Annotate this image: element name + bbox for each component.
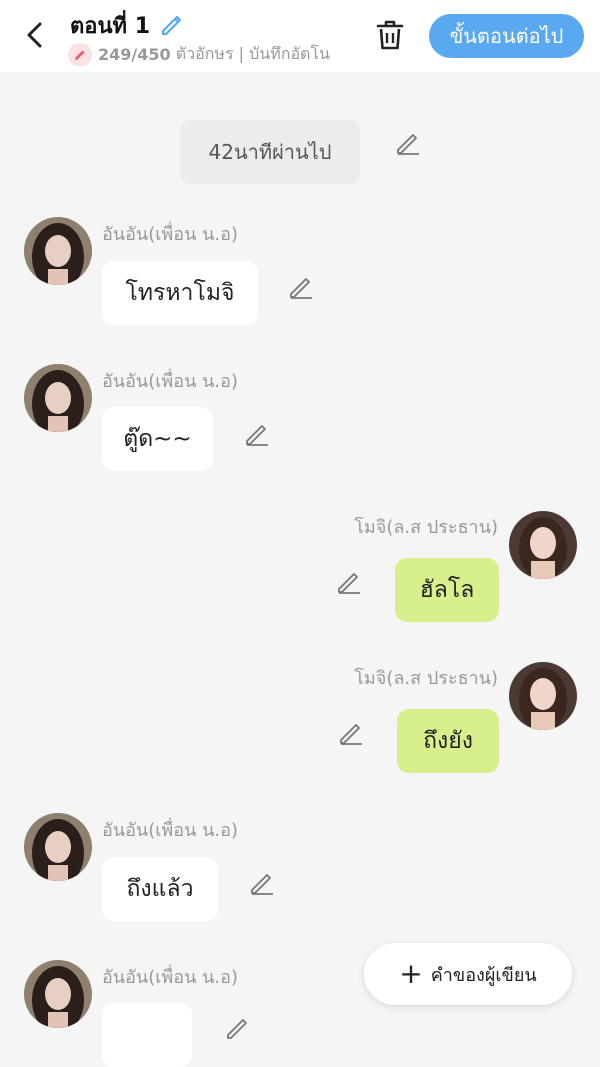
author-note-label: คำของผู้เขียน <box>430 964 537 986</box>
avatar[interactable] <box>509 511 577 579</box>
pencil-badge-icon <box>68 42 92 66</box>
message-bubble[interactable]: ตู๊ด~~ <box>102 407 213 471</box>
chapter-title: ตอนที่ 1 <box>70 14 151 39</box>
message-edit-icon[interactable] <box>287 272 315 300</box>
avatar[interactable] <box>24 217 92 285</box>
author-note-button[interactable]: + คำของผู้เขียน <box>364 943 572 1005</box>
next-step-button[interactable]: ขั้นตอนต่อไป <box>429 14 584 58</box>
avatar[interactable] <box>24 813 92 881</box>
message-bubble[interactable]: ถึงแล้ว <box>102 857 218 921</box>
sender-name: โมจิ(ล.ส ประธาน) <box>354 668 498 689</box>
avatar[interactable] <box>509 662 577 730</box>
message-bubble[interactable] <box>102 1003 192 1067</box>
subtitle: 249/450 ตัวอักษร | บันทึกอัตโน <box>68 42 348 66</box>
back-arrow-icon[interactable] <box>20 18 50 52</box>
sender-name: อันอัน(เพื่อน น.อ) <box>102 371 238 392</box>
message-edit-icon[interactable] <box>243 419 271 447</box>
message-edit-icon[interactable] <box>335 567 363 595</box>
avatar[interactable] <box>24 364 92 432</box>
timestamp-chip: 42นาทีผ่านไป <box>180 120 360 184</box>
sender-name: โมจิ(ล.ส ประธาน) <box>354 517 498 538</box>
plus-icon: + <box>399 957 423 990</box>
message-bubble[interactable]: โทรหาโมจิ <box>102 261 258 325</box>
message-edit-icon[interactable] <box>337 718 365 746</box>
message-bubble[interactable]: ถึงยัง <box>397 709 499 773</box>
subtitle-rest: ตัวอักษร | บันทึกอัตโน <box>175 44 330 63</box>
message-edit-icon[interactable] <box>248 868 276 896</box>
sender-name: อันอัน(เพื่อน น.อ) <box>102 967 238 988</box>
title-edit-icon[interactable] <box>158 10 186 38</box>
char-count: 249/450 <box>98 45 171 64</box>
message-bubble[interactable]: ฮัลโล <box>395 558 499 622</box>
sender-name: อันอัน(เพื่อน น.อ) <box>102 820 238 841</box>
trash-icon[interactable] <box>374 18 406 52</box>
avatar[interactable] <box>24 960 92 1028</box>
header: ตอนที่ 1 249/450 ตัวอักษร | บันทึกอัตโน … <box>0 0 600 72</box>
message-edit-icon[interactable] <box>224 1013 252 1041</box>
sender-name: อันอัน(เพื่อน น.อ) <box>102 224 238 245</box>
timestamp-edit-icon[interactable] <box>394 128 422 156</box>
